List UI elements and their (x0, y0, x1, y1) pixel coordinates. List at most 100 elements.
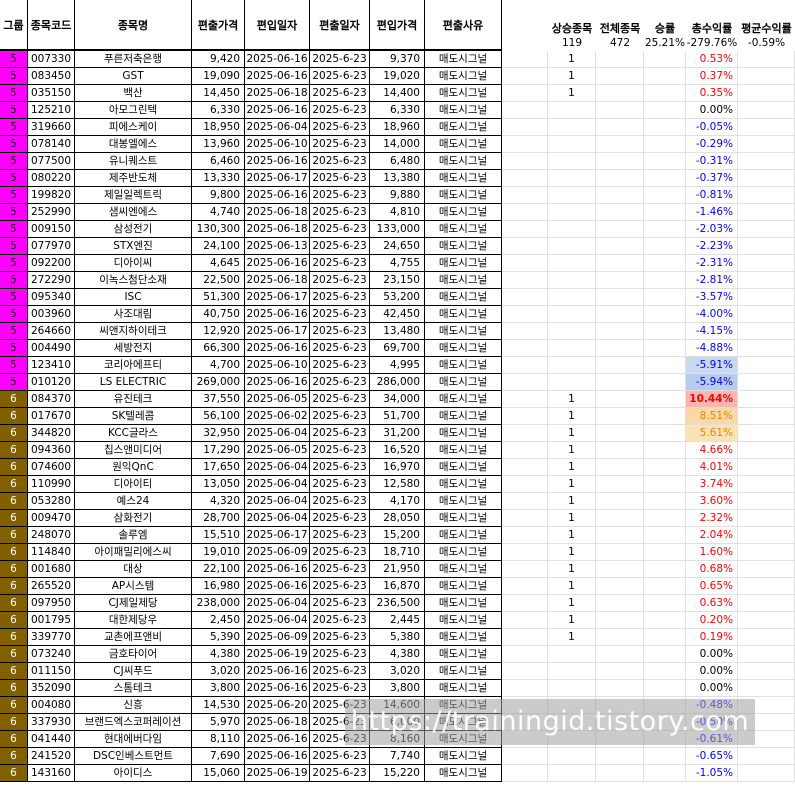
cell-in-date[interactable]: 2025-06-20 (245, 697, 310, 714)
cell-in-date[interactable]: 2025-06-18 (245, 85, 310, 102)
cell-reason[interactable]: 매도시그널 (425, 663, 502, 680)
cell-code[interactable]: 143160 (28, 765, 75, 782)
cell-reason[interactable]: 매도시그널 (425, 221, 502, 238)
cell-out-date[interactable]: 2025-6-23 (310, 459, 370, 476)
cell-up[interactable]: 1 (548, 85, 596, 102)
cell-name[interactable]: 제일일렉트릭 (75, 187, 192, 204)
cell-name[interactable]: 스톰테크 (75, 680, 192, 697)
cell-out-date[interactable]: 2025-6-23 (310, 255, 370, 272)
empty-cell[interactable] (502, 663, 548, 680)
cell-group[interactable]: 5 (0, 255, 28, 272)
table-row[interactable]: 6 094360 칩스앤미디어 17,290 2025-06-05 2025-6-23 16… (0, 442, 795, 459)
cell-in-date[interactable]: 2025-06-16 (245, 153, 310, 170)
cell-code[interactable]: 110990 (28, 476, 75, 493)
cell-in-price[interactable]: 42,450 (370, 306, 425, 323)
empty-cell[interactable] (502, 340, 548, 357)
empty-cell[interactable] (644, 119, 686, 136)
cell-code[interactable]: 095340 (28, 289, 75, 306)
empty-cell[interactable] (644, 306, 686, 323)
cell-out-date[interactable]: 2025-6-23 (310, 391, 370, 408)
cell-name[interactable]: 신흥 (75, 697, 192, 714)
empty-cell[interactable] (502, 204, 548, 221)
table-row[interactable]: 6 084370 유진테크 37,550 2025-06-05 2025-6-23 34,0… (0, 391, 795, 408)
cell-reason[interactable]: 매도시그널 (425, 289, 502, 306)
cell-out-date[interactable]: 2025-6-23 (310, 680, 370, 697)
cell-reason[interactable]: 매도시그널 (425, 612, 502, 629)
empty-cell[interactable] (738, 527, 795, 544)
empty-cell[interactable] (738, 425, 795, 442)
cell-name[interactable]: 아이디스 (75, 765, 192, 782)
cell-name[interactable]: 유진테크 (75, 391, 192, 408)
empty-cell[interactable] (738, 408, 795, 425)
empty-cell[interactable] (502, 765, 548, 782)
cell-group[interactable]: 5 (0, 153, 28, 170)
cell-up[interactable] (548, 187, 596, 204)
empty-cell[interactable] (738, 561, 795, 578)
cell-group[interactable]: 6 (0, 476, 28, 493)
cell-name[interactable]: 대한제당우 (75, 612, 192, 629)
empty-cell[interactable] (644, 340, 686, 357)
cell-out-date[interactable]: 2025-6-23 (310, 289, 370, 306)
cell-name[interactable]: KCC글라스 (75, 425, 192, 442)
cell-reason[interactable]: 매도시그널 (425, 51, 502, 68)
empty-cell[interactable] (738, 221, 795, 238)
empty-cell[interactable] (596, 204, 644, 221)
cell-up[interactable]: 1 (548, 68, 596, 85)
cell-code[interactable]: 319660 (28, 119, 75, 136)
table-row[interactable]: 6 241520 DSC인베스트먼트 7,690 2025-06-16 2025-6-23… (0, 748, 795, 765)
cell-code[interactable]: 004080 (28, 697, 75, 714)
cell-in-date[interactable]: 2025-06-05 (245, 391, 310, 408)
empty-cell[interactable] (644, 748, 686, 765)
cell-up[interactable]: 1 (548, 629, 596, 646)
empty-cell[interactable] (596, 340, 644, 357)
cell-code[interactable]: 011150 (28, 663, 75, 680)
table-row[interactable]: 6 143160 아이디스 15,060 2025-06-19 2025-6-23 15,2… (0, 765, 795, 782)
cell-code[interactable]: 248070 (28, 527, 75, 544)
cell-out-date[interactable]: 2025-6-23 (310, 595, 370, 612)
cell-in-price[interactable]: 24,650 (370, 238, 425, 255)
empty-cell[interactable] (644, 595, 686, 612)
cell-out-date[interactable]: 2025-6-23 (310, 221, 370, 238)
cell-ret[interactable]: 1.60% (686, 544, 738, 561)
empty-cell[interactable] (502, 476, 548, 493)
cell-out-date[interactable]: 2025-6-23 (310, 51, 370, 68)
cell-group[interactable]: 6 (0, 612, 28, 629)
cell-code[interactable]: 010120 (28, 374, 75, 391)
table-row[interactable]: 6 001795 대한제당우 2,450 2025-06-04 2025-6-23 2,44… (0, 612, 795, 629)
empty-cell[interactable] (738, 663, 795, 680)
table-row[interactable]: 6 009470 삼화전기 28,700 2025-06-04 2025-6-23 28,0… (0, 510, 795, 527)
cell-out-date[interactable]: 2025-6-23 (310, 187, 370, 204)
cell-out-price[interactable]: 9,800 (192, 187, 245, 204)
table-row[interactable]: 6 097950 CJ제일제당 238,000 2025-06-04 2025-6-23 2… (0, 595, 795, 612)
empty-cell[interactable] (596, 459, 644, 476)
cell-group[interactable]: 5 (0, 306, 28, 323)
empty-cell[interactable] (644, 391, 686, 408)
cell-group[interactable]: 5 (0, 102, 28, 119)
empty-cell[interactable] (596, 442, 644, 459)
empty-cell[interactable] (596, 153, 644, 170)
cell-out-price[interactable]: 28,700 (192, 510, 245, 527)
cell-ret[interactable]: 2.32% (686, 510, 738, 527)
cell-ret[interactable]: 0.00% (686, 102, 738, 119)
cell-group[interactable]: 6 (0, 408, 28, 425)
cell-reason[interactable]: 매도시그널 (425, 510, 502, 527)
cell-out-date[interactable]: 2025-6-23 (310, 119, 370, 136)
cell-in-price[interactable]: 34,000 (370, 391, 425, 408)
cell-in-date[interactable]: 2025-06-18 (245, 272, 310, 289)
cell-code[interactable]: 344820 (28, 425, 75, 442)
cell-in-price[interactable]: 18,960 (370, 119, 425, 136)
empty-cell[interactable] (738, 629, 795, 646)
cell-ret[interactable]: -4.00% (686, 306, 738, 323)
cell-code[interactable]: 352090 (28, 680, 75, 697)
table-row[interactable]: 5 125210 아모그린텍 6,330 2025-06-16 2025-6-23 6,33… (0, 102, 795, 119)
cell-in-date[interactable]: 2025-06-17 (245, 170, 310, 187)
cell-out-price[interactable]: 17,290 (192, 442, 245, 459)
cell-up[interactable] (548, 170, 596, 187)
cell-ret[interactable]: -3.57% (686, 289, 738, 306)
empty-cell[interactable] (738, 289, 795, 306)
cell-up[interactable] (548, 289, 596, 306)
cell-out-date[interactable]: 2025-6-23 (310, 493, 370, 510)
cell-ret[interactable]: 0.19% (686, 629, 738, 646)
cell-reason[interactable]: 매도시그널 (425, 170, 502, 187)
empty-cell[interactable] (644, 272, 686, 289)
